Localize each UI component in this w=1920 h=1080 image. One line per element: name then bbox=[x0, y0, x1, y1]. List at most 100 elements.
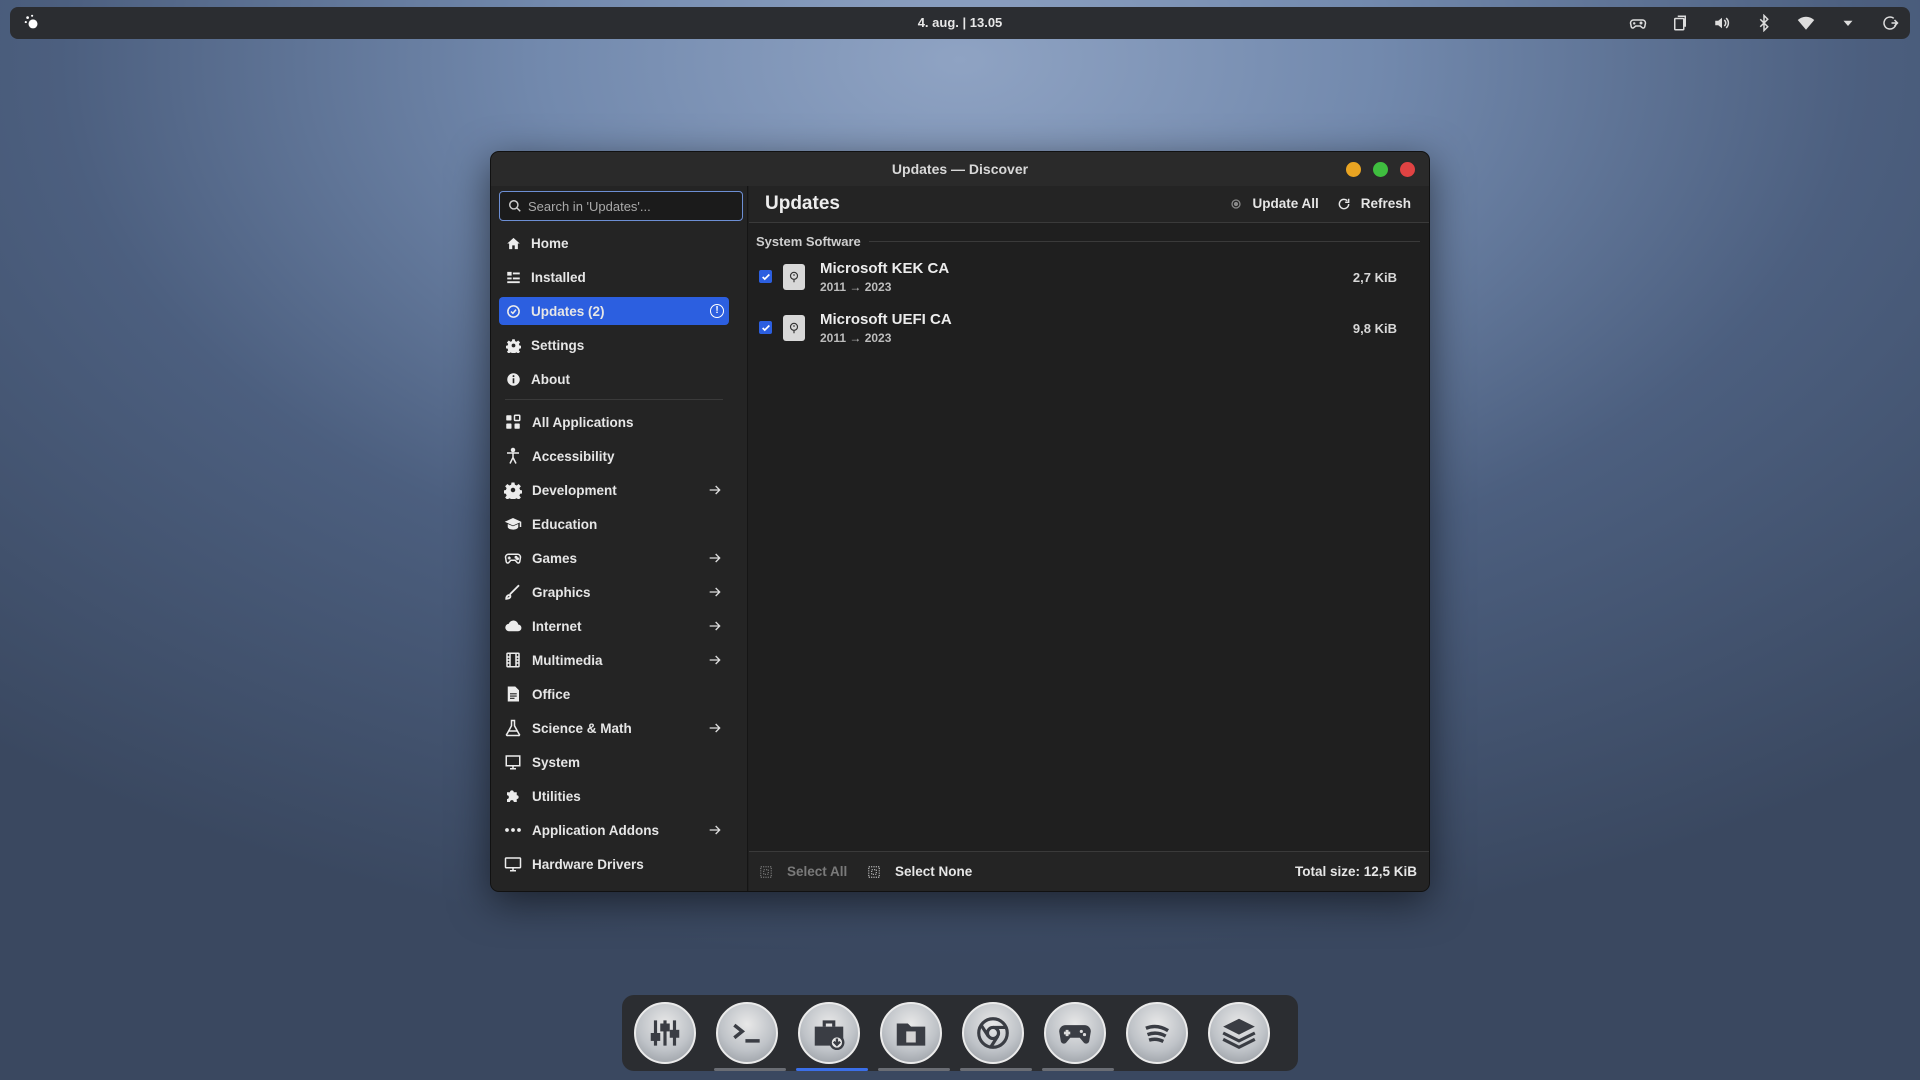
category-label: Application Addons bbox=[532, 822, 659, 838]
update-name: Microsoft UEFI CA bbox=[820, 311, 952, 328]
gamepad-icon bbox=[504, 553, 522, 564]
gamepad-icon[interactable] bbox=[1628, 13, 1648, 33]
window-title: Updates — Discover bbox=[891, 161, 1029, 177]
category-label: All Applications bbox=[532, 414, 634, 430]
gamepad-icon[interactable] bbox=[1042, 1002, 1114, 1071]
update-row[interactable]: Microsoft KEK CA 2011 → 2023 2,7 KiB bbox=[757, 260, 1417, 304]
arrow-right-icon bbox=[709, 723, 721, 733]
category-multimedia[interactable]: Multimedia bbox=[499, 646, 729, 674]
sidebar-item-about[interactable]: About bbox=[499, 365, 729, 393]
bluetooth-icon[interactable] bbox=[1754, 13, 1774, 33]
category-education[interactable]: Education bbox=[499, 510, 729, 538]
updates-icon bbox=[507, 304, 520, 318]
arrow-right-icon bbox=[709, 655, 721, 665]
category-all-applications[interactable]: All Applications bbox=[499, 408, 729, 436]
chevron-down-icon[interactable] bbox=[1838, 13, 1858, 33]
titlebar[interactable]: Updates — Discover bbox=[491, 152, 1429, 186]
maximize-button[interactable] bbox=[1373, 162, 1388, 177]
spotify-icon[interactable] bbox=[1126, 1002, 1188, 1064]
category-science-math[interactable]: Science & Math bbox=[499, 714, 729, 742]
cloud-icon bbox=[505, 620, 522, 632]
package-icon bbox=[783, 315, 805, 341]
info-icon bbox=[507, 372, 520, 386]
category-label: Science & Math bbox=[532, 720, 632, 736]
select-none-button[interactable]: Select None bbox=[867, 864, 972, 879]
category-system[interactable]: System bbox=[499, 748, 729, 776]
update-row[interactable]: Microsoft UEFI CA 2011 → 2023 9,8 KiB bbox=[757, 311, 1417, 355]
select-all-button[interactable]: Select All bbox=[759, 864, 847, 879]
wifi-icon[interactable] bbox=[1796, 13, 1816, 33]
sidebar-item-label: Installed bbox=[531, 269, 586, 285]
terminal-icon[interactable] bbox=[714, 1002, 786, 1071]
category-internet[interactable]: Internet bbox=[499, 612, 729, 640]
select-all-label: Select All bbox=[787, 864, 848, 879]
sidebar-item-updates[interactable]: Updates (2) ! bbox=[499, 297, 729, 325]
search-box[interactable] bbox=[499, 191, 743, 221]
page-title: Updates bbox=[765, 193, 840, 214]
update-name: Microsoft KEK CA bbox=[820, 260, 950, 277]
sidebar-item-installed[interactable]: Installed bbox=[499, 263, 729, 291]
arrow-right-icon bbox=[709, 825, 721, 835]
category-development[interactable]: Development bbox=[499, 476, 729, 504]
category-label: Hardware Drivers bbox=[532, 856, 644, 872]
category-accessibility[interactable]: Accessibility bbox=[499, 442, 729, 470]
layers-icon[interactable] bbox=[1208, 1002, 1270, 1064]
sidebar-item-label: Home bbox=[531, 235, 569, 251]
category-label: Internet bbox=[532, 618, 582, 634]
power-icon[interactable] bbox=[1880, 13, 1900, 33]
update-checkbox[interactable] bbox=[759, 270, 772, 283]
category-office[interactable]: Office bbox=[499, 680, 729, 708]
update-version: 2011 → 2023 bbox=[820, 331, 892, 345]
arrow-right-icon bbox=[709, 621, 721, 631]
graduation-cap-icon bbox=[504, 518, 522, 530]
update-all-label: Update All bbox=[1252, 196, 1319, 211]
footer-bar: Select All Select None Total size: 12,5 … bbox=[749, 851, 1429, 891]
section-label: System Software bbox=[756, 234, 861, 249]
files-icon[interactable] bbox=[878, 1002, 950, 1071]
category-label: Accessibility bbox=[532, 448, 615, 464]
package-icon bbox=[783, 264, 805, 290]
select-none-label: Select None bbox=[895, 864, 973, 879]
sidebar-item-settings[interactable]: Settings bbox=[499, 331, 729, 359]
close-button[interactable] bbox=[1400, 162, 1415, 177]
refresh-icon bbox=[1338, 198, 1350, 209]
mixer-icon[interactable] bbox=[634, 1002, 696, 1064]
puzzle-icon bbox=[507, 790, 519, 802]
sidebar-item-home[interactable]: Home bbox=[499, 229, 729, 257]
category-label: Graphics bbox=[532, 584, 591, 600]
clipboard-icon[interactable] bbox=[1670, 13, 1690, 33]
volume-icon[interactable] bbox=[1712, 13, 1732, 33]
running-indicator bbox=[960, 1068, 1032, 1071]
update-checkbox[interactable] bbox=[759, 321, 772, 334]
refresh-button[interactable]: Refresh bbox=[1333, 194, 1415, 213]
category-application-addons[interactable]: Application Addons bbox=[499, 816, 729, 844]
home-icon bbox=[507, 237, 520, 249]
section-divider bbox=[868, 241, 1420, 242]
sidebar-nav: Home Installed Updates (2) ! Settings Ab… bbox=[499, 229, 729, 884]
sidebar-item-label: About bbox=[531, 371, 570, 387]
flask-icon bbox=[505, 719, 521, 737]
minimize-button[interactable] bbox=[1346, 162, 1361, 177]
running-indicator bbox=[1042, 1068, 1114, 1071]
category-graphics[interactable]: Graphics bbox=[499, 578, 729, 606]
sidebar: Home Installed Updates (2) ! Settings Ab… bbox=[491, 186, 748, 891]
category-hardware-drivers[interactable]: Hardware Drivers bbox=[499, 850, 729, 878]
search-input[interactable] bbox=[528, 198, 728, 214]
sidebar-item-label: Updates (2) bbox=[531, 303, 605, 319]
chrome-icon[interactable] bbox=[960, 1002, 1032, 1071]
update-all-button[interactable]: Update All bbox=[1226, 194, 1322, 213]
clock[interactable]: 4. aug. | 13.05 bbox=[10, 15, 1910, 30]
category-label: Development bbox=[532, 482, 617, 498]
top-panel: 4. aug. | 13.05 bbox=[10, 7, 1910, 39]
running-indicator bbox=[796, 1068, 868, 1071]
installed-icon bbox=[507, 271, 520, 283]
category-utilities[interactable]: Utilities bbox=[499, 782, 729, 810]
category-label: Office bbox=[532, 686, 571, 702]
category-games[interactable]: Games bbox=[499, 544, 729, 572]
section-header: System Software bbox=[756, 234, 1420, 249]
main-header: Updates Update All Refresh bbox=[749, 186, 1429, 223]
select-all-icon bbox=[760, 865, 772, 878]
discover-icon[interactable] bbox=[796, 1002, 868, 1071]
sidebar-item-label: Settings bbox=[531, 337, 585, 353]
refresh-label: Refresh bbox=[1360, 196, 1411, 211]
